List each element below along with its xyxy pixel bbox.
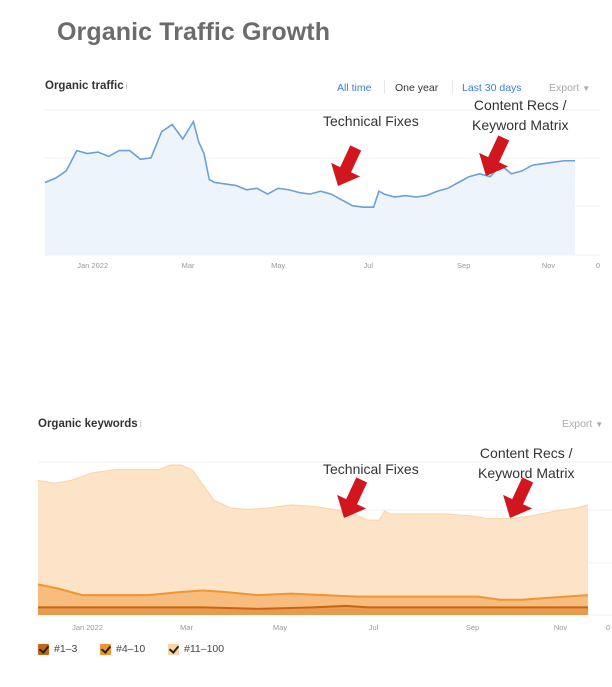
annotation-content-recs: Content Recs / Keyword Matrix: [472, 97, 569, 133]
legend-item-4-10[interactable]: #4–10: [100, 643, 145, 655]
y-axis-label: 0: [606, 623, 610, 632]
x-tick-label: Jan 2022: [77, 261, 108, 270]
legend-label: #1–3: [54, 643, 78, 655]
legend-label: #4–10: [116, 643, 146, 655]
legend-item-11-100[interactable]: #11–100: [168, 643, 224, 655]
x-tick-label: Jul: [369, 623, 379, 632]
x-tick-label: Jul: [364, 261, 374, 270]
annotation-content-recs: Content Recs / Keyword Matrix: [478, 445, 575, 481]
legend-item-top3[interactable]: #1–3: [38, 643, 77, 655]
x-tick-label: Mar: [180, 623, 193, 632]
arrow-technical-fixes-shape: [331, 145, 362, 186]
x-tick-label: Sep: [466, 623, 479, 632]
series-area--11-100: [38, 465, 588, 615]
arrow-technical-fixes: [331, 145, 362, 186]
x-tick-label: Nov: [542, 261, 556, 270]
legend-label: #11–100: [184, 643, 225, 655]
x-tick-label: May: [271, 261, 285, 270]
annotation-technical-fixes: Technical Fixes: [323, 461, 419, 477]
annotation-technical-fixes: Technical Fixes: [323, 113, 419, 129]
x-tick-label: May: [273, 623, 287, 632]
y-axis-label: 0: [596, 261, 600, 270]
x-tick-label: Mar: [182, 261, 195, 270]
checkbox-icon[interactable]: [38, 643, 49, 655]
x-tick-label: Nov: [554, 623, 568, 632]
x-tick-label: Jan 2022: [72, 623, 103, 632]
checkbox-icon[interactable]: [100, 643, 111, 655]
checkbox-icon[interactable]: [168, 643, 179, 655]
x-tick-label: Sep: [457, 261, 470, 270]
